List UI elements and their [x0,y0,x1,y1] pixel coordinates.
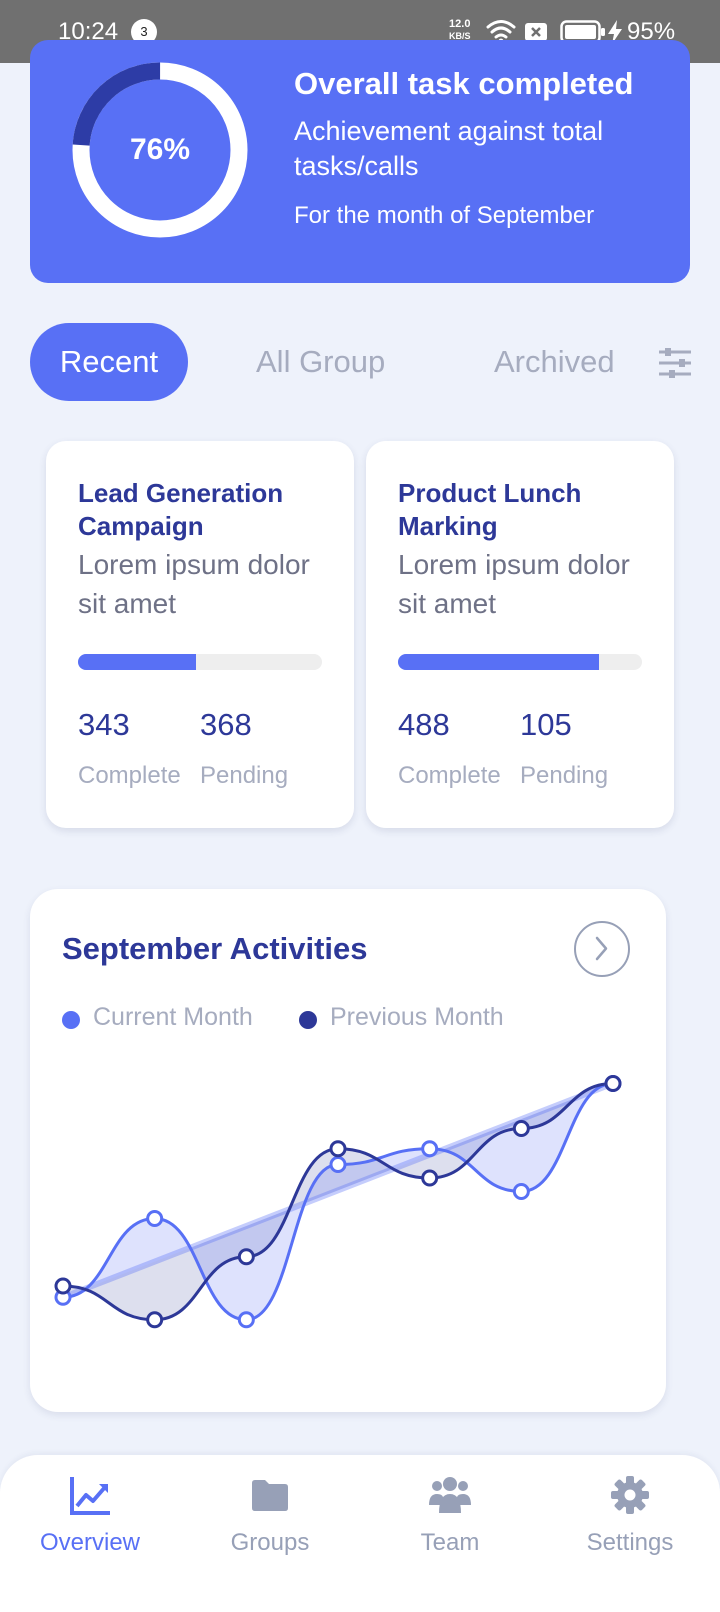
overall-task-title: Overall task completed [294,66,634,101]
complete-count: 488 [398,707,450,742]
campaign-progress-fill [78,654,197,670]
overall-task-period: For the month of September [294,202,595,229]
nav-overview[interactable]: Overview [0,1455,180,1612]
sim-blocked-icon [525,23,547,41]
campaign-description: Lorem ipsum dolor sit amet [78,549,310,619]
current-month-point [329,1156,347,1173]
current-month-point [146,1210,164,1227]
overall-task-card: 76% Overall task completed Achievement a… [30,40,690,283]
nav-team-label: Team [420,1529,480,1556]
chart-line-icon [70,1477,110,1515]
filter-icon[interactable] [657,347,693,379]
current-month-point [421,1140,439,1158]
activities-title: September Activities [62,931,368,966]
previous-month-point [604,1075,622,1092]
legend-previous-label: Previous Month [330,1003,504,1031]
folder-icon [252,1480,288,1511]
campaign-progress-bar [398,654,642,670]
previous-month-point [146,1311,164,1329]
chevron-right-icon [595,936,608,961]
pending-count: 368 [200,707,252,742]
campaign-description: Lorem ipsum dolor sit amet [398,549,630,619]
nav-settings-label: Settings [586,1529,674,1556]
tab-recent[interactable]: Recent [30,323,188,401]
previous-month-point [54,1277,72,1295]
gear-icon [611,1476,649,1514]
pending-count: 105 [520,707,572,742]
team-icon [429,1477,471,1513]
pending-label: Pending [200,762,289,789]
previous-month-point [237,1248,255,1266]
campaign-card[interactable]: Product Lunch Marking Lorem ipsum dolor … [366,441,674,828]
september-activities-card: September Activities Current Month Previ… [30,889,666,1412]
overall-task-subtitle: Achievement against total tasks/calls [294,116,604,181]
network-speed-value: 12.0 [449,18,471,30]
nav-groups-label: Groups [230,1529,310,1556]
activities-line-chart [54,1075,622,1329]
campaign-progress-bar [78,654,322,670]
nav-settings[interactable]: Settings [540,1455,720,1612]
campaign-progress-fill [398,654,599,670]
legend-current-dot [62,1011,80,1029]
nav-overview-label: Overview [39,1529,141,1556]
legend-previous-dot [299,1011,317,1029]
complete-count: 343 [78,707,130,742]
tab-archived[interactable]: Archived [494,323,615,401]
complete-label: Complete [78,762,181,789]
bottom-navigation: Overview Groups Team Settings [0,1455,720,1612]
completion-percent: 76% [129,133,191,166]
legend-current-label: Current Month [93,1003,253,1031]
tab-all-group[interactable]: All Group [256,323,385,401]
current-month-point [237,1311,255,1329]
previous-month-point [421,1169,439,1187]
nav-team[interactable]: Team [360,1455,540,1612]
current-month-point [512,1183,530,1200]
campaign-title: Product Lunch Marking [398,478,582,541]
previous-month-point [512,1120,530,1137]
previous-month-point [329,1140,347,1158]
pending-label: Pending [520,762,609,789]
nav-groups[interactable]: Groups [180,1455,360,1612]
network-speed: 12.0 KB/S [449,18,471,42]
campaign-title: Lead Generation Campaign [78,478,284,541]
campaign-card[interactable]: Lead Generation Campaign Lorem ipsum dol… [46,441,354,828]
next-button[interactable] [574,921,630,977]
complete-label: Complete [398,762,501,789]
